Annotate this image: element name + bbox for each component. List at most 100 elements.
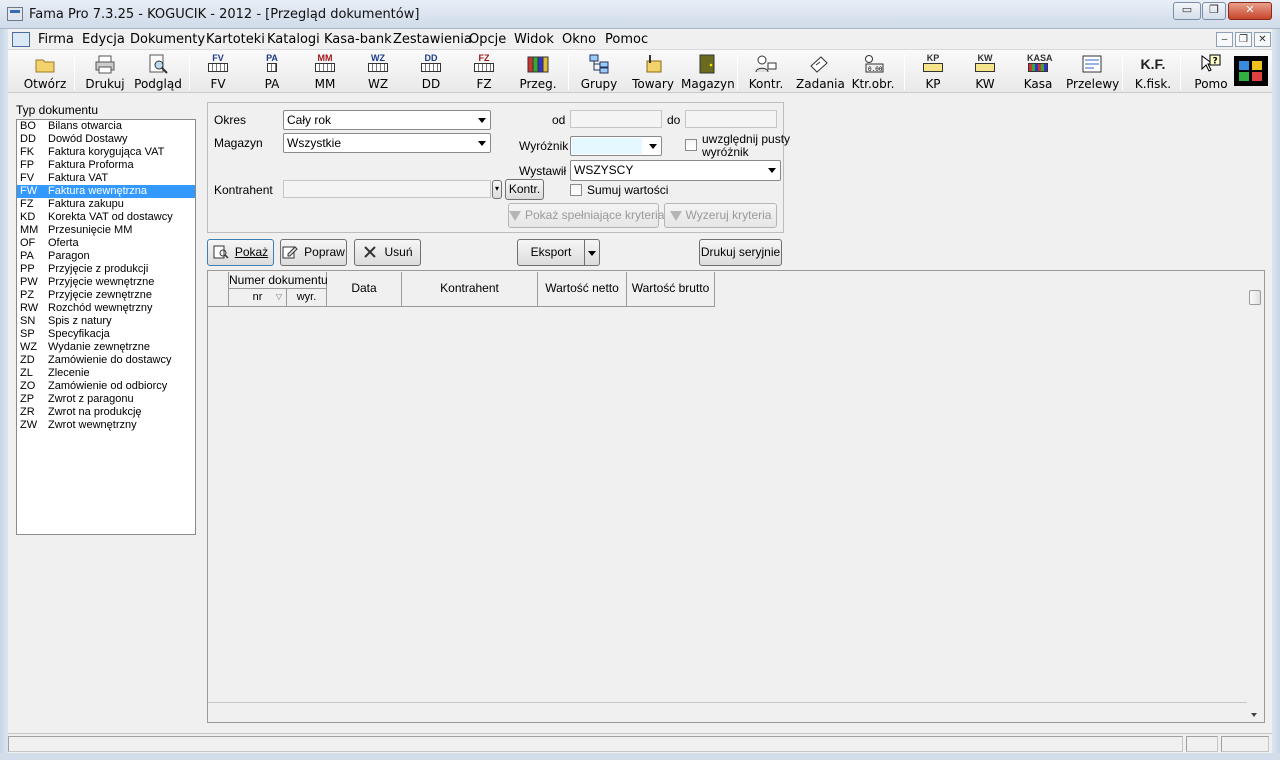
grid-header-wartosc-brutto[interactable]: Wartość brutto <box>627 272 715 307</box>
toolbar-towary-button[interactable]: Towary <box>630 52 676 92</box>
grid-header-nr[interactable]: nr ▽ <box>229 289 287 307</box>
eksport-dropdown-button[interactable] <box>584 239 600 266</box>
grid-header-data[interactable]: Data <box>327 272 402 307</box>
colors-tile-icon[interactable] <box>1234 56 1268 86</box>
menu-edycja[interactable]: Edycja <box>82 32 125 47</box>
doctype-item-wz[interactable]: WZ Wydanie zewnętrzne <box>17 341 195 354</box>
wyroznik-select[interactable] <box>570 136 662 156</box>
doctype-item-sp[interactable]: SP Specyfikacja <box>17 328 195 341</box>
grid-body[interactable] <box>208 307 1247 703</box>
toolbar-pa-button[interactable]: PA PA <box>253 52 291 92</box>
mdi-restore-button[interactable]: ❐ <box>1235 32 1252 47</box>
eksport-button[interactable]: Eksport <box>517 239 585 266</box>
menu-dokumenty[interactable]: Dokumenty <box>130 32 205 47</box>
doctype-item-zo[interactable]: ZO Zamówienie od odbiorcy <box>17 380 195 393</box>
toolbar-przelewy-button[interactable]: Przelewy <box>1066 52 1119 92</box>
grid-vertical-scrollbar[interactable] <box>1247 271 1264 722</box>
maximize-button[interactable]: ❐ <box>1202 2 1226 20</box>
sumuj-wartosci-checkbox[interactable] <box>570 184 582 196</box>
doctype-item-pa[interactable]: PA Paragon <box>17 250 195 263</box>
scroll-down-icon[interactable] <box>1251 713 1257 717</box>
minimize-button[interactable]: ▭ <box>1173 2 1201 20</box>
pokaz-kryteria-button[interactable]: Pokaż spełniające kryteria <box>508 203 664 228</box>
drukuj-seryjnie-button[interactable]: Drukuj seryjnie <box>699 239 782 266</box>
menu-kartoteki[interactable]: Kartoteki <box>206 32 265 47</box>
menu-kasa-bank[interactable]: Kasa-bank <box>324 32 392 47</box>
grid-header-wyr[interactable]: wyr. <box>287 289 327 307</box>
doctype-item-pp[interactable]: PP Przyjęcie z produkcji <box>17 263 195 276</box>
doctype-item-fw[interactable]: FW Faktura wewnętrzna <box>17 185 195 198</box>
mdi-close-button[interactable]: ✕ <box>1254 32 1271 47</box>
scrollbar-thumb[interactable] <box>1249 290 1261 305</box>
toolbar-kontr-button[interactable]: Kontr. <box>746 52 786 92</box>
wystawil-select[interactable]: WSZYSCY <box>570 160 781 181</box>
kontr-button[interactable]: Kontr. <box>505 179 544 200</box>
doctype-item-zw[interactable]: ZW Zwrot wewnętrzny <box>17 419 195 432</box>
doctype-item-dd[interactable]: DD Dowód Dostawy <box>17 133 195 146</box>
doctype-item-kd[interactable]: KD Korekta VAT od dostawcy <box>17 211 195 224</box>
doctype-item-rw[interactable]: RW Rozchód wewnętrzny <box>17 302 195 315</box>
toolbar-magazyn-button[interactable]: Magazyn <box>681 52 735 92</box>
doctype-item-zd[interactable]: ZD Zamówienie do dostawcy <box>17 354 195 367</box>
toolbar-kfisk-button[interactable]: K.F. K.fisk. <box>1132 52 1174 92</box>
toolbar-fv-button[interactable]: FV FV <box>199 52 237 92</box>
toolbar-zadania-button[interactable]: Zadania <box>796 52 845 92</box>
doctype-item-fk[interactable]: FK Faktura korygująca VAT <box>17 146 195 159</box>
toolbar-drukuj-button[interactable]: Drukuj <box>83 52 127 92</box>
app-icon[interactable] <box>7 7 23 21</box>
toolbar-kp-button[interactable]: KP KP <box>914 52 952 92</box>
toolbar-kasa-button[interactable]: KASA Kasa <box>1018 52 1058 92</box>
toolbar-mm-button[interactable]: MM MM <box>306 52 344 92</box>
toolbar-przeg-button[interactable]: Przeg. <box>516 52 560 92</box>
usun-button[interactable]: Usuń <box>354 239 421 266</box>
doctype-item-zl[interactable]: ZL Zlecenie <box>17 367 195 380</box>
magazyn-select[interactable]: Wszystkie <box>283 133 491 153</box>
toolbar-podglad-button[interactable]: Podgląd <box>133 52 183 92</box>
doctype-item-zr[interactable]: ZR Zwrot na produkcję <box>17 406 195 419</box>
okres-select[interactable]: Cały rok <box>283 110 491 130</box>
transfers-icon <box>1082 55 1102 73</box>
doctype-item-fz[interactable]: FZ Faktura zakupu <box>17 198 195 211</box>
toolbar-kw-button[interactable]: KW KW <box>966 52 1004 92</box>
documents-grid[interactable]: Numer dokumentu nr ▽ wyr. Data Kontrahen… <box>207 270 1265 723</box>
kontrahent-input[interactable] <box>283 180 491 198</box>
mdi-window-icon[interactable] <box>12 32 30 47</box>
menu-okno[interactable]: Okno <box>562 32 596 47</box>
doctype-list[interactable]: BO Bilans otwarcia DD Dowód Dostawy FK Faktur… <box>16 119 196 535</box>
grid-header-wartosc-netto[interactable]: Wartość netto <box>538 272 627 307</box>
mdi-minimize-button[interactable]: – <box>1216 32 1233 47</box>
doctype-item-of[interactable]: OF Oferta <box>17 237 195 250</box>
uwzglednij-pusty-checkbox[interactable] <box>685 139 697 151</box>
grid-header-numer-dokumentu[interactable]: Numer dokumentu <box>229 272 328 289</box>
toolbar-otworz-button[interactable]: Otwórz <box>22 52 68 92</box>
doctype-item-fp[interactable]: FP Faktura Proforma <box>17 159 195 172</box>
doctype-item-pw[interactable]: PW Przyjęcie wewnętrzne <box>17 276 195 289</box>
close-button[interactable]: ✕ <box>1228 2 1272 20</box>
toolbar-grupy-button[interactable]: Grupy <box>578 52 620 92</box>
menu-firma[interactable]: Firma <box>38 32 74 47</box>
date-from-input[interactable] <box>570 110 662 128</box>
popraw-button[interactable]: Popraw <box>280 239 347 266</box>
doctype-item-pz[interactable]: PZ Przyjęcie zewnętrzne <box>17 289 195 302</box>
menu-katalogi[interactable]: Katalogi <box>267 32 320 47</box>
toolbar-pomoc-button[interactable]: ? Pomo <box>1190 52 1232 92</box>
toolbar-ktrobr-button[interactable]: 0.00 Ktr.obr. <box>848 52 898 92</box>
magazyn-value: Wszystkie <box>287 136 341 150</box>
pokaz-button[interactable]: Pokaż <box>207 239 274 266</box>
wyzeruj-kryteria-button[interactable]: Wyzeruj kryteria <box>664 203 777 228</box>
menu-zestawienia[interactable]: Zestawienia <box>393 32 472 47</box>
menu-widok[interactable]: Widok <box>514 32 554 47</box>
grid-header-kontrahent[interactable]: Kontrahent <box>402 272 538 307</box>
toolbar-wz-button[interactable]: WZ WZ <box>359 52 397 92</box>
doctype-item-zp[interactable]: ZP Zwrot z paragonu <box>17 393 195 406</box>
toolbar-fz-button[interactable]: FZ FZ <box>465 52 503 92</box>
doctype-item-mm[interactable]: MM Przesunięcie MM <box>17 224 195 237</box>
menu-pomoc[interactable]: Pomoc <box>605 32 648 47</box>
doctype-item-fv[interactable]: FV Faktura VAT <box>17 172 195 185</box>
doctype-item-bo[interactable]: BO Bilans otwarcia <box>17 120 195 133</box>
toolbar-dd-button[interactable]: DD DD <box>412 52 450 92</box>
date-to-input[interactable] <box>685 110 777 128</box>
kontrahent-dropdown-button[interactable]: ▾ <box>492 180 502 199</box>
doctype-item-sn[interactable]: SN Spis z natury <box>17 315 195 328</box>
menu-opcje[interactable]: Opcje <box>469 32 506 47</box>
